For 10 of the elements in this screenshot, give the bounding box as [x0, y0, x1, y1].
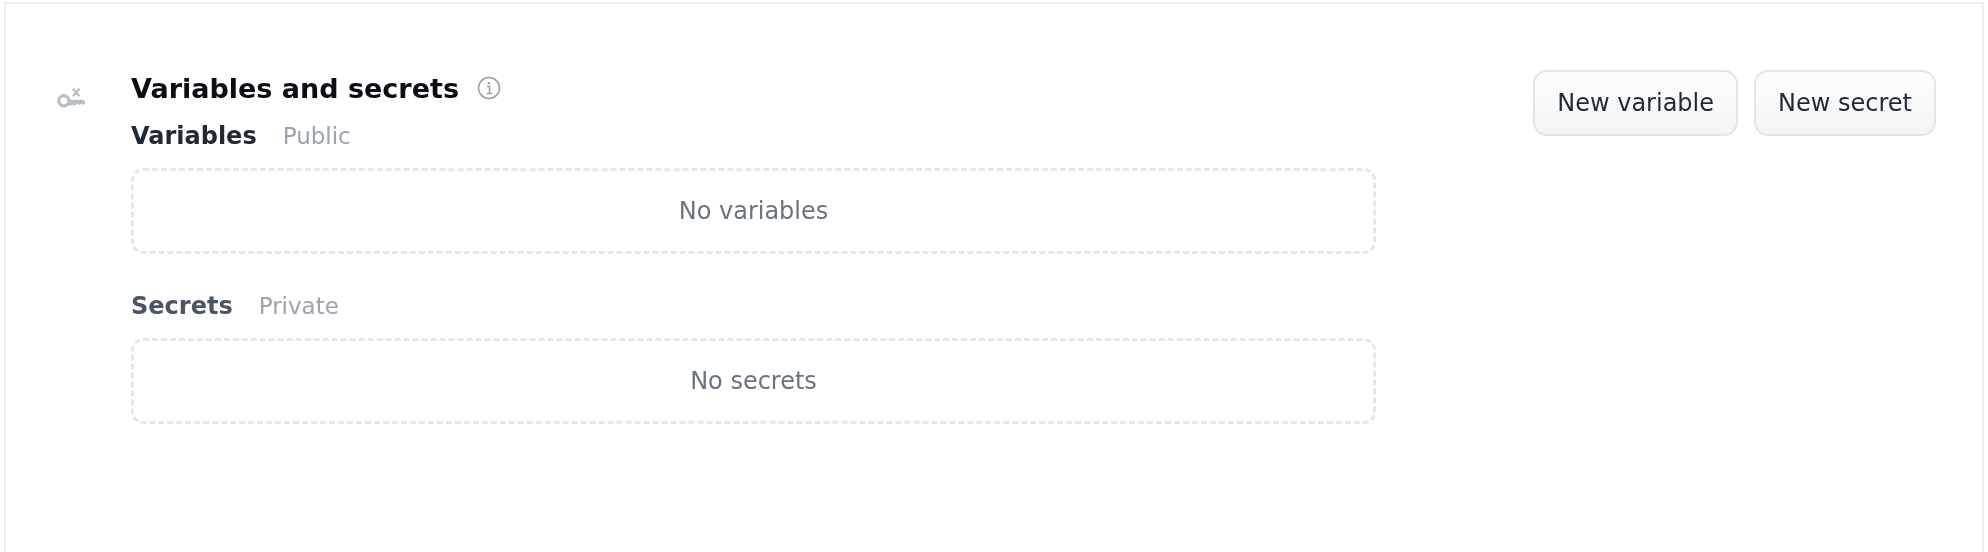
new-button[interactable]: New variable — [1533, 70, 1739, 136]
section-title: Variables and secrets — [131, 72, 459, 104]
subsection-title: Secrets — [131, 292, 233, 320]
empty-message: No variables — [678, 197, 829, 225]
subsection-subtitle: Public — [282, 123, 351, 149]
info-icon[interactable] — [476, 76, 501, 100]
subsection-title: Variables — [131, 122, 257, 150]
new-button[interactable]: New secret — [1754, 70, 1936, 136]
empty-message: No secrets — [690, 367, 817, 395]
subsection-subtitle: Private — [258, 293, 339, 319]
